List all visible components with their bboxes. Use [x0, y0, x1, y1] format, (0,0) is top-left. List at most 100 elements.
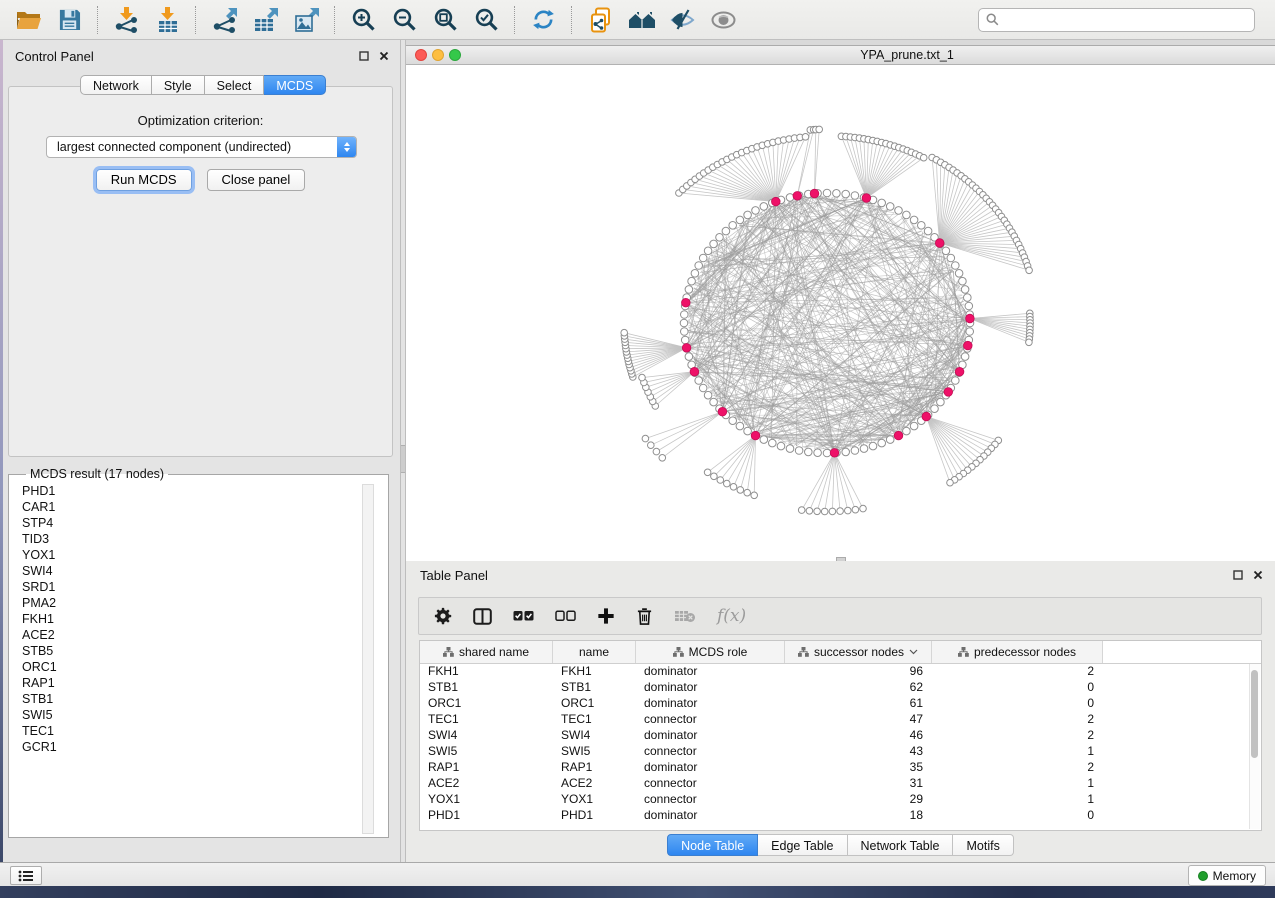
network-node[interactable] [860, 445, 868, 453]
mcds-node[interactable] [862, 194, 871, 203]
network-node[interactable] [961, 353, 969, 361]
network-node[interactable] [786, 194, 794, 202]
mcds-node[interactable] [682, 298, 691, 307]
network-node[interactable] [737, 487, 744, 494]
network-node[interactable] [955, 270, 963, 278]
mcds-result-item[interactable]: PMA2 [22, 595, 388, 611]
network-node[interactable] [736, 422, 744, 430]
mcds-result-item[interactable]: PHD1 [22, 483, 388, 499]
network-node[interactable] [681, 311, 689, 319]
column-header-successor-nodes[interactable]: successor nodes [785, 641, 932, 663]
table-row[interactable]: SWI4SWI4dominator462 [420, 727, 1250, 743]
network-node[interactable] [729, 222, 737, 230]
network-node[interactable] [851, 447, 859, 455]
network-node[interactable] [918, 222, 926, 230]
network-node[interactable] [744, 427, 752, 435]
network-node[interactable] [942, 247, 950, 255]
new-network-from-selection-button[interactable] [580, 3, 621, 37]
mcds-node[interactable] [830, 449, 839, 458]
delete-column-icon[interactable] [636, 607, 653, 626]
network-node[interactable] [760, 203, 768, 211]
column-header-shared-name[interactable]: shared name [420, 641, 553, 663]
table-scrollbar[interactable] [1249, 664, 1260, 829]
tab-edge-table[interactable]: Edge Table [758, 834, 847, 856]
tab-network-table[interactable]: Network Table [848, 834, 954, 856]
table-row[interactable]: STB1STB1dominator620 [420, 679, 1250, 695]
tab-node-table[interactable]: Node Table [667, 834, 758, 856]
save-session-button[interactable] [49, 3, 90, 37]
network-node[interactable] [852, 506, 859, 513]
network-node[interactable] [685, 286, 693, 294]
tab-motifs[interactable]: Motifs [953, 834, 1013, 856]
network-node[interactable] [704, 247, 712, 255]
zoom-out-button[interactable] [384, 3, 425, 37]
network-node[interactable] [777, 442, 785, 450]
network-node[interactable] [823, 449, 831, 457]
network-node[interactable] [744, 211, 752, 219]
network-node[interactable] [710, 398, 718, 406]
mcds-node[interactable] [772, 197, 781, 206]
mcds-result-item[interactable]: ACE2 [22, 627, 388, 643]
network-node[interactable] [910, 422, 918, 430]
network-node[interactable] [837, 508, 844, 515]
network-node[interactable] [699, 254, 707, 262]
network-node[interactable] [860, 505, 867, 512]
minimize-window-icon[interactable] [432, 49, 444, 61]
mcds-result-item[interactable]: ORC1 [22, 659, 388, 675]
network-node[interactable] [659, 455, 666, 462]
network-node[interactable] [878, 199, 886, 207]
network-node[interactable] [729, 417, 737, 425]
export-table-button[interactable] [245, 3, 286, 37]
network-node[interactable] [966, 328, 974, 336]
network-node[interactable] [965, 302, 973, 310]
network-node[interactable] [751, 492, 758, 499]
hide-graphics-details-button[interactable] [662, 3, 703, 37]
mcds-result-item[interactable]: STB1 [22, 691, 388, 707]
network-node[interactable] [704, 469, 711, 476]
task-history-button[interactable] [10, 866, 42, 885]
memory-button[interactable]: Memory [1188, 865, 1266, 886]
table-row[interactable]: ORC1ORC1dominator610 [420, 695, 1250, 711]
tab-network[interactable]: Network [80, 75, 152, 95]
show-graphics-details-button[interactable] [703, 3, 744, 37]
mcds-result-item[interactable]: STB5 [22, 643, 388, 659]
maximize-window-icon[interactable] [449, 49, 461, 61]
network-node[interactable] [680, 319, 688, 327]
network-node[interactable] [681, 328, 689, 336]
network-node[interactable] [886, 203, 894, 211]
close-table-panel-button[interactable] [1252, 569, 1264, 581]
column-header-name[interactable]: name [553, 641, 636, 663]
network-node[interactable] [903, 427, 911, 435]
table-row[interactable]: SWI5SWI5connector431 [420, 743, 1250, 759]
network-node[interactable] [695, 377, 703, 385]
zoom-selected-button[interactable] [466, 3, 507, 37]
search-field[interactable] [978, 8, 1255, 32]
network-node[interactable] [924, 227, 932, 235]
apply-layout-button[interactable] [523, 3, 564, 37]
mcds-result-item[interactable]: SWI4 [22, 563, 388, 579]
float-table-panel-button[interactable] [1232, 569, 1244, 581]
run-mcds-button[interactable]: Run MCDS [96, 169, 192, 191]
network-node[interactable] [961, 286, 969, 294]
select-all-icon[interactable] [513, 610, 534, 622]
mcds-node[interactable] [922, 412, 931, 421]
import-network-button[interactable] [106, 3, 147, 37]
mcds-result-item[interactable]: GCR1 [22, 739, 388, 755]
network-node[interactable] [823, 189, 831, 197]
mcds-list-scrollbar[interactable] [362, 484, 374, 834]
mcds-result-item[interactable]: SWI5 [22, 707, 388, 723]
tab-mcds[interactable]: MCDS [264, 75, 326, 95]
network-node[interactable] [786, 445, 794, 453]
mcds-result-item[interactable]: CAR1 [22, 499, 388, 515]
column-header-mcds-role[interactable]: MCDS role [636, 641, 785, 663]
mcds-result-item[interactable]: FKH1 [22, 611, 388, 627]
network-node[interactable] [699, 384, 707, 392]
network-node[interactable] [805, 448, 813, 456]
scrollbar-thumb[interactable] [1251, 670, 1258, 758]
network-node[interactable] [639, 374, 646, 381]
network-window-titlebar[interactable]: YPA_prune.txt_1 [406, 46, 1275, 65]
network-node[interactable] [842, 448, 850, 456]
mcds-result-item[interactable]: TID3 [22, 531, 388, 547]
close-mcds-panel-button[interactable]: Close panel [207, 169, 306, 191]
import-table-button[interactable] [147, 3, 188, 37]
